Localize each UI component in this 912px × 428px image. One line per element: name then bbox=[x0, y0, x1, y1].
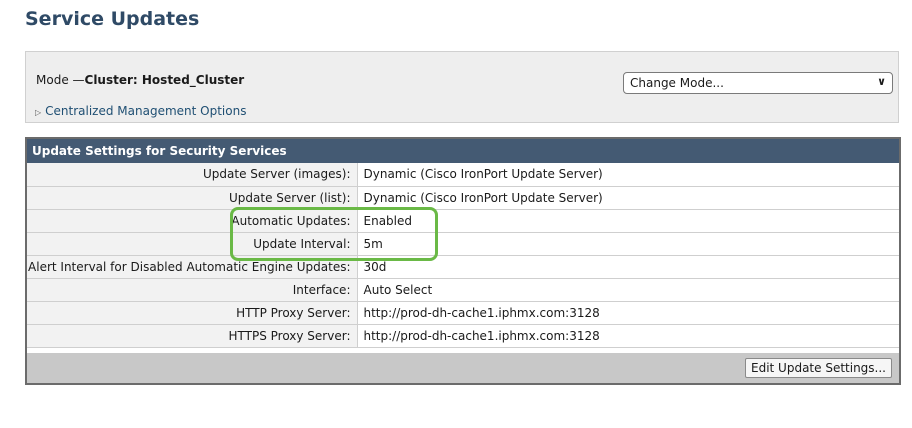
row-value: 30d bbox=[357, 255, 899, 279]
centralized-management-link[interactable]: ▷ Centralized Management Options bbox=[35, 104, 246, 118]
table-row: Interface: Auto Select bbox=[27, 278, 899, 302]
row-value: Dynamic (Cisco IronPort Update Server) bbox=[357, 163, 899, 187]
row-value: Enabled bbox=[357, 209, 899, 233]
row-label: Automatic Updates: bbox=[27, 209, 358, 233]
table-row: HTTP Proxy Server: http://prod-dh-cache1… bbox=[27, 301, 899, 325]
change-mode-select[interactable]: Change Mode... ∨ bbox=[623, 72, 893, 94]
row-value: 5m bbox=[357, 232, 899, 256]
mode-panel: Mode —Cluster: Hosted_Cluster Change Mod… bbox=[25, 51, 899, 123]
page-title: Service Updates bbox=[25, 8, 200, 30]
table-row: Automatic Updates: Enabled bbox=[27, 209, 899, 233]
row-value: http://prod-dh-cache1.iphmx.com:3128 bbox=[357, 301, 899, 325]
table-row: Alert Interval for Disabled Automatic En… bbox=[27, 255, 899, 279]
edit-update-settings-button[interactable]: Edit Update Settings... bbox=[745, 358, 892, 378]
change-mode-label: Change Mode... bbox=[630, 76, 724, 90]
update-settings-footer: Edit Update Settings... bbox=[27, 353, 899, 383]
row-value: http://prod-dh-cache1.iphmx.com:3128 bbox=[357, 324, 899, 348]
disclosure-triangle-icon: ▷ bbox=[35, 108, 42, 117]
mode-cluster-name: Cluster: Hosted_Cluster bbox=[84, 73, 245, 87]
update-settings-table: Update Server (images): Dynamic (Cisco I… bbox=[27, 163, 899, 348]
update-settings-panel: Update Settings for Security Services Up… bbox=[25, 137, 901, 385]
row-value: Dynamic (Cisco IronPort Update Server) bbox=[357, 186, 899, 210]
table-row: Update Server (images): Dynamic (Cisco I… bbox=[27, 163, 899, 187]
row-label: Update Server (images): bbox=[27, 163, 358, 187]
row-label: Update Server (list): bbox=[27, 186, 358, 210]
row-label: Update Interval: bbox=[27, 232, 358, 256]
centralized-management-label: Centralized Management Options bbox=[45, 104, 247, 118]
table-row: HTTPS Proxy Server: http://prod-dh-cache… bbox=[27, 324, 899, 348]
chevron-down-icon: ∨ bbox=[877, 75, 886, 88]
row-label: HTTP Proxy Server: bbox=[27, 301, 358, 325]
table-row: Update Server (list): Dynamic (Cisco Iro… bbox=[27, 186, 899, 210]
row-label: Alert Interval for Disabled Automatic En… bbox=[27, 255, 358, 279]
row-label: HTTPS Proxy Server: bbox=[27, 324, 358, 348]
update-settings-header: Update Settings for Security Services bbox=[27, 139, 899, 163]
row-label: Interface: bbox=[27, 278, 358, 302]
table-row: Update Interval: 5m bbox=[27, 232, 899, 256]
row-value: Auto Select bbox=[357, 278, 899, 302]
mode-indicator: Mode —Cluster: Hosted_Cluster bbox=[36, 73, 244, 87]
mode-prefix: Mode — bbox=[36, 73, 85, 87]
